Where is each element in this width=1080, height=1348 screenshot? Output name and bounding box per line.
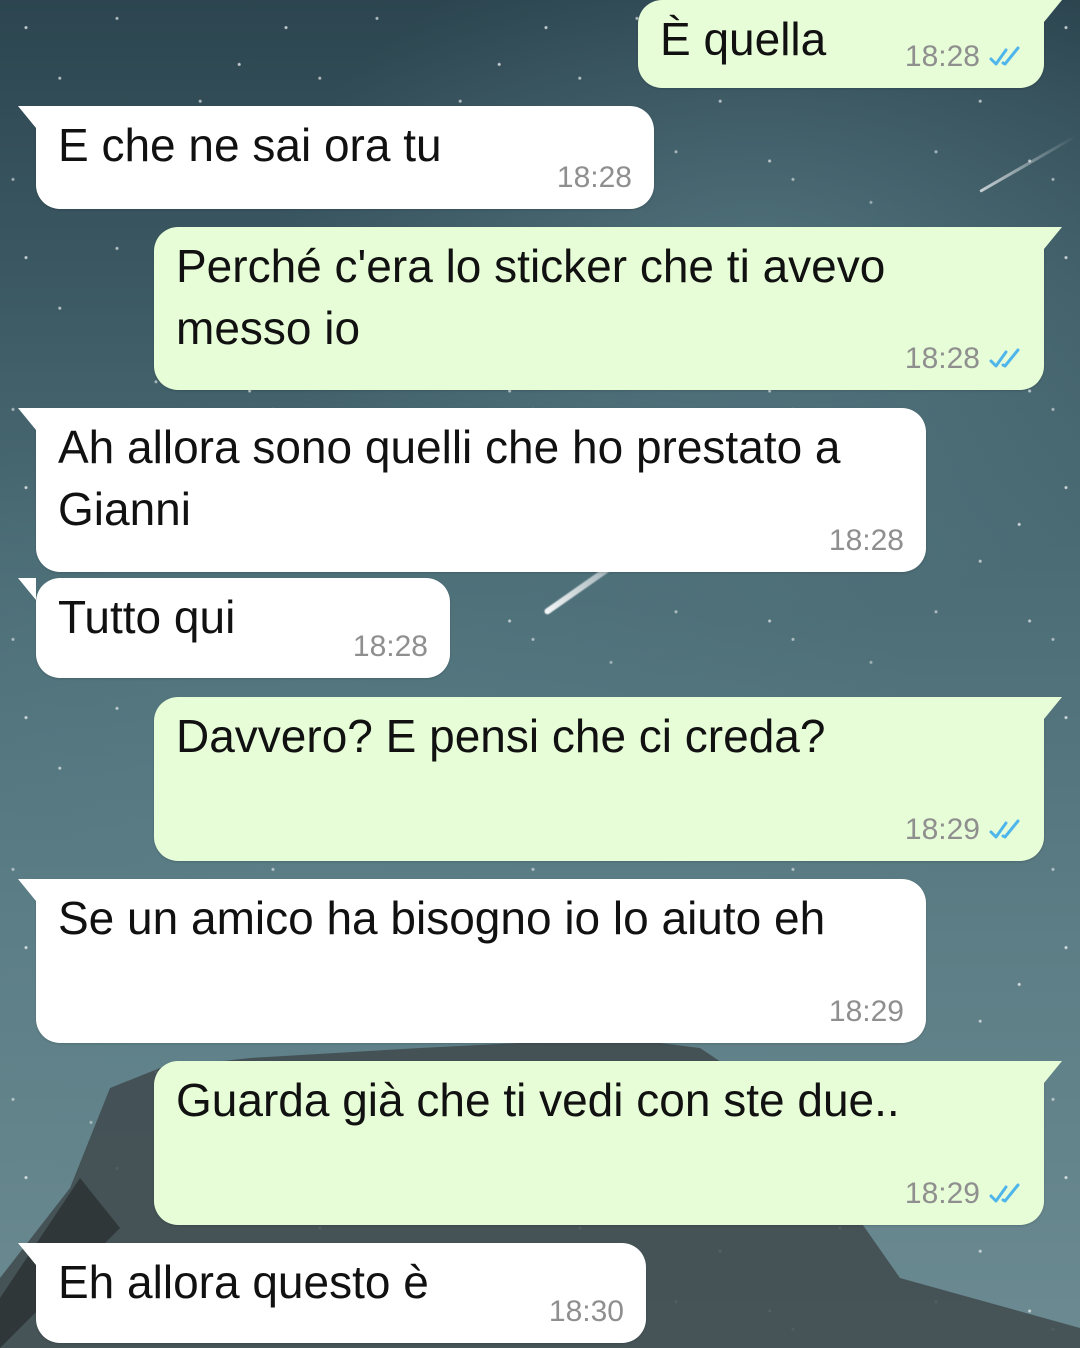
message-bubble-outgoing[interactable]: È quella 18:28: [638, 0, 1062, 88]
message-time: 18:28: [904, 342, 980, 375]
message-time: 18:28: [556, 161, 632, 194]
message-time: 18:29: [904, 813, 980, 846]
message-text: Davvero? E pensi che ci creda?: [176, 710, 826, 762]
message-text: Guarda già che ti vedi con ste due..: [176, 1074, 900, 1126]
message-bubble-incoming[interactable]: Tutto qui 18:28: [18, 578, 450, 678]
message-time: 18:29: [904, 1177, 980, 1210]
message-bubble-incoming[interactable]: Ah allora sono quelli che ho prestato a …: [18, 408, 926, 572]
message-time: 18:28: [828, 524, 904, 557]
message-bubble-incoming[interactable]: E che ne sai ora tu 18:28: [18, 106, 654, 209]
message-time: 18:29: [828, 995, 904, 1028]
message-meta: 18:28: [557, 161, 632, 195]
message-text: Ah allora sono quelli che ho prestato a …: [58, 421, 854, 535]
message-meta: 18:28: [905, 342, 1022, 376]
message-meta: 18:28: [905, 40, 1022, 74]
message-time: 18:28: [904, 40, 980, 73]
message-text: Eh allora questo è: [58, 1256, 429, 1308]
message-bubble-incoming[interactable]: Se un amico ha bisogno io lo aiuto eh 18…: [18, 879, 926, 1043]
message-meta: 18:29: [905, 813, 1022, 847]
message-meta: 18:28: [353, 630, 428, 664]
message-bubble-outgoing[interactable]: Perché c'era lo sticker che ti avevo mes…: [154, 227, 1062, 390]
message-text: Perché c'era lo sticker che ti avevo mes…: [176, 240, 899, 354]
message-text: Se un amico ha bisogno io lo aiuto eh: [58, 892, 826, 944]
message-bubble-outgoing[interactable]: Davvero? E pensi che ci creda? 18:29: [154, 697, 1062, 861]
message-text: E che ne sai ora tu: [58, 119, 442, 171]
message-bubble-outgoing[interactable]: Guarda già che ti vedi con ste due.. 18:…: [154, 1061, 1062, 1225]
message-meta: 18:29: [829, 995, 904, 1029]
read-receipt-icon: [989, 46, 1020, 66]
chat-thread[interactable]: È quella 18:28 E che ne sai ora tu 18:28…: [0, 0, 1080, 1348]
message-time: 18:30: [548, 1295, 624, 1328]
read-receipt-icon: [989, 1183, 1020, 1203]
message-bubble-incoming[interactable]: Eh allora questo è 18:30: [18, 1243, 646, 1343]
message-meta: 18:29: [905, 1177, 1022, 1211]
read-receipt-icon: [989, 348, 1020, 368]
message-meta: 18:28: [829, 524, 904, 558]
message-time: 18:28: [352, 630, 428, 663]
message-meta: 18:30: [549, 1295, 624, 1329]
read-receipt-icon: [989, 819, 1020, 839]
